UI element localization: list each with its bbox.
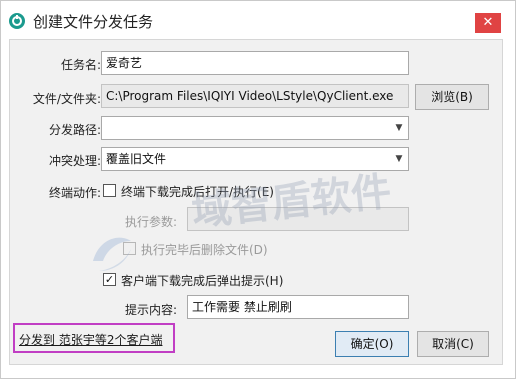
chevron-down-icon[interactable]: ▼ xyxy=(392,150,406,168)
open-after-download-checkbox[interactable] xyxy=(103,184,116,197)
exec-params-label: 执行参数: xyxy=(124,215,177,229)
task-name-input[interactable]: 爱奇艺 xyxy=(101,51,409,75)
browse-button[interactable]: 浏览(B) xyxy=(415,84,489,110)
popup-prompt-label: 客户端下载完成后弹出提示(H) xyxy=(121,274,284,288)
distribute-target-link[interactable]: 分发到 范张宇等2个客户端 xyxy=(19,331,162,348)
path-combo[interactable]: ▼ xyxy=(101,116,409,140)
prompt-content-input[interactable]: 工作需要 禁止刷刷 xyxy=(187,295,409,319)
conflict-combo-value: 覆盖旧文件 xyxy=(106,152,167,166)
close-button[interactable]: ✕ xyxy=(475,13,501,33)
prompt-content-label: 提示内容: xyxy=(124,303,177,317)
title-bar[interactable]: 创建文件分发任务 ✕ xyxy=(1,1,515,39)
conflict-combo[interactable]: 覆盖旧文件 ▼ xyxy=(101,147,409,171)
file-label: 文件/文件夹: xyxy=(32,92,101,106)
file-path-input[interactable]: C:\Program Files\IQIYI Video\LStyle\QyCl… xyxy=(101,84,409,108)
exec-params-input[interactable] xyxy=(187,207,409,231)
dialog-window: 创建文件分发任务 ✕ 任务名: 爱奇艺 文件/文件夹: C:\Program F… xyxy=(0,0,516,379)
ok-button[interactable]: 确定(O) xyxy=(335,331,409,357)
path-label: 分发路径: xyxy=(48,123,101,137)
delete-after-exec-label: 执行完毕后删除文件(D) xyxy=(141,243,268,257)
delete-after-exec-checkbox[interactable] xyxy=(123,242,136,255)
chevron-down-icon[interactable]: ▼ xyxy=(392,119,406,137)
distribute-target-highlight: 分发到 范张宇等2个客户端 xyxy=(13,323,175,353)
window-title: 创建文件分发任务 xyxy=(33,13,154,31)
cancel-button[interactable]: 取消(C) xyxy=(417,331,489,357)
terminal-action-label: 终端动作: xyxy=(48,186,101,200)
open-after-download-label: 终端下载完成后打开/执行(E) xyxy=(121,185,274,199)
popup-prompt-checkbox[interactable]: ✓ xyxy=(103,273,116,286)
task-name-label: 任务名: xyxy=(60,58,101,72)
conflict-label: 冲突处理: xyxy=(48,154,101,168)
app-logo-icon xyxy=(9,13,25,29)
